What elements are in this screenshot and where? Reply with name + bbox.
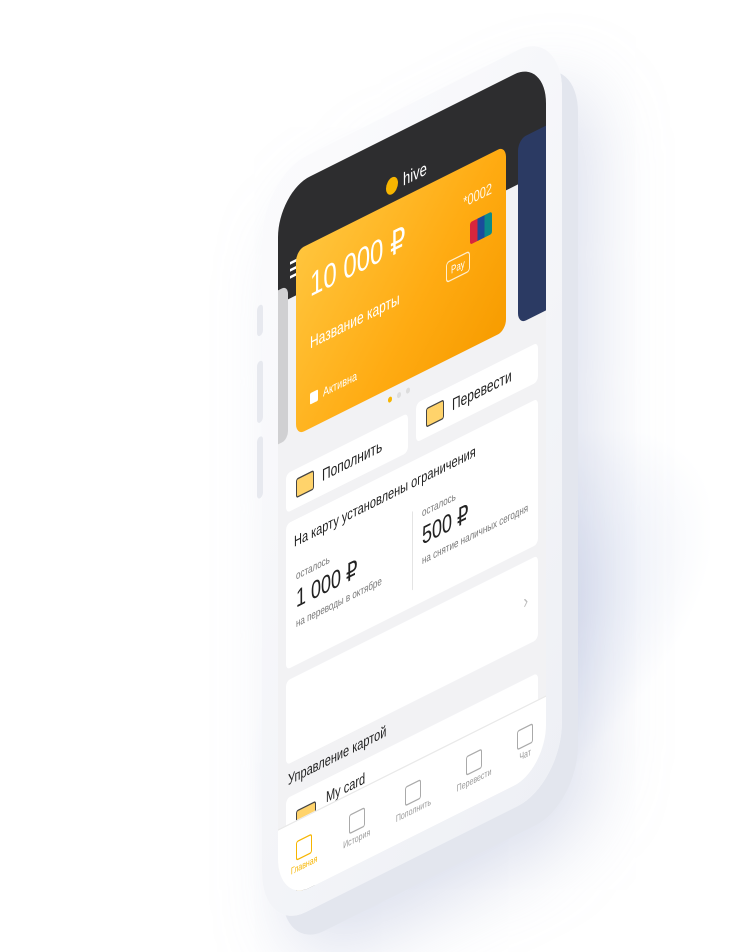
tab-label: Главная: [290, 854, 318, 878]
previous-card-peek[interactable]: [278, 285, 288, 445]
tab-top-up[interactable]: Пополнить: [396, 774, 431, 825]
tab-home[interactable]: Главная: [290, 831, 318, 878]
card-number: *0002: [463, 180, 492, 212]
list-icon: [348, 807, 365, 835]
lock-icon: [310, 389, 318, 405]
chat-icon: [517, 722, 534, 751]
transfer-label: Перевести: [452, 365, 512, 415]
mute-switch: [257, 303, 263, 338]
carousel-dot: [388, 395, 392, 404]
volume-down-button: [257, 435, 263, 500]
apple-pay-badge: Pay: [446, 250, 470, 284]
volume-up-button: [257, 359, 263, 425]
next-card-peek[interactable]: [518, 124, 546, 325]
unionpay-logo-icon: [470, 211, 492, 245]
carousel-dots: [388, 386, 410, 404]
limits-divider: [412, 511, 413, 591]
tab-label: История: [343, 828, 371, 852]
transfer-icon: [426, 399, 444, 428]
carousel-dot: [406, 386, 410, 395]
transfer-icon: [466, 748, 483, 776]
phone-mockup: hive 10 000 ₽ *0002 Название карты Pay А…: [257, 28, 562, 934]
home-icon: [296, 833, 313, 861]
card-status-label: Активна: [323, 368, 357, 400]
tab-history[interactable]: История: [343, 804, 370, 851]
brand-name: hive: [403, 157, 427, 191]
carousel-dot: [397, 391, 401, 399]
app-screen: hive 10 000 ₽ *0002 Название карты Pay А…: [278, 58, 546, 904]
tab-chat[interactable]: Чат: [517, 722, 534, 765]
tab-label: Чат: [519, 747, 531, 764]
tab-transfer[interactable]: Перевести: [457, 744, 492, 795]
scene: hive 10 000 ₽ *0002 Название карты Pay А…: [0, 0, 736, 942]
wallet-icon: [296, 469, 314, 499]
card-status: Активна: [310, 369, 357, 406]
top-up-icon: [405, 778, 422, 807]
top-up-label: Пополнить: [322, 435, 383, 486]
hive-logo-icon: [386, 173, 398, 197]
chevron-right-icon: ›: [523, 588, 528, 613]
